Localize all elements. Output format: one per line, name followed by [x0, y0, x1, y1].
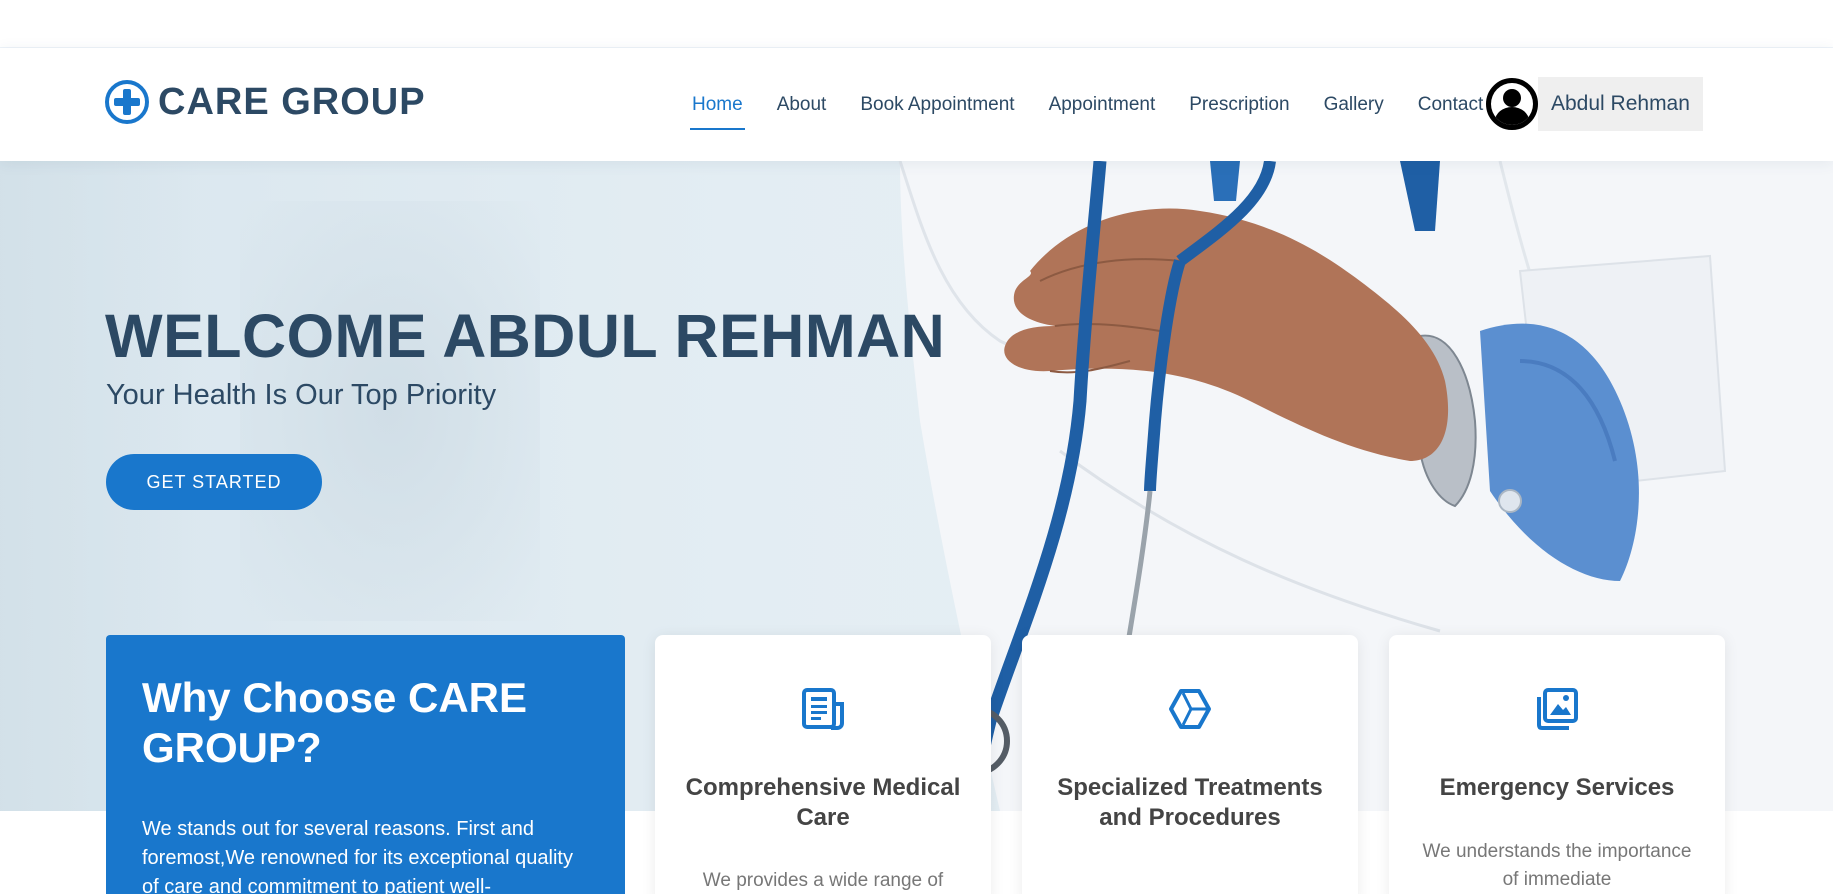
hexagon-icon — [1169, 689, 1211, 729]
logo[interactable]: CARE GROUP — [105, 80, 426, 124]
nav-home[interactable]: Home — [690, 88, 745, 130]
nav-book-appointment[interactable]: Book Appointment — [858, 88, 1016, 122]
nav-about[interactable]: About — [775, 88, 829, 122]
card-text: We provides a wide range of — [702, 870, 944, 891]
avatar[interactable] — [1486, 78, 1538, 130]
main-nav: Home About Book Appointment Appointment … — [690, 48, 1515, 161]
hero-subtitle: Your Health Is Our Top Priority — [106, 379, 497, 411]
images-icon — [1537, 688, 1578, 730]
top-bar — [0, 0, 1833, 48]
card-text: We understands the importance of immedia… — [1422, 841, 1692, 890]
header: CARE GROUP Home About Book Appointment A… — [0, 48, 1833, 161]
nav-appointment[interactable]: Appointment — [1047, 88, 1158, 122]
card-title: Emergency Services — [1439, 774, 1675, 801]
nav-gallery[interactable]: Gallery — [1322, 88, 1386, 122]
brand-name: CARE GROUP — [158, 81, 426, 123]
why-title: Why Choose CARE GROUP? — [142, 674, 528, 771]
why-text: We stands out for several reasons. First… — [142, 818, 573, 894]
nav-contact[interactable]: Contact — [1416, 88, 1485, 122]
document-icon — [802, 688, 844, 730]
service-card-medical-care: Comprehensive Medical Care We provides a… — [655, 635, 991, 894]
hero-title: WELCOME ABDUL REHMAN — [105, 302, 946, 370]
service-card-specialized: Specialized Treatments and Procedures — [1022, 635, 1358, 894]
user-name[interactable]: Abdul Rehman — [1538, 77, 1703, 131]
card-title: Specialized Treatments and Procedures — [1057, 774, 1323, 831]
card-title: Comprehensive Medical Care — [685, 774, 961, 831]
nav-prescription[interactable]: Prescription — [1187, 88, 1291, 122]
get-started-button[interactable]: GET STARTED — [106, 454, 322, 510]
why-choose-box: Why Choose CARE GROUP? We stands out for… — [106, 635, 625, 894]
medical-cross-icon — [105, 80, 149, 124]
user-menu[interactable]: Abdul Rehman — [1486, 77, 1703, 131]
user-silhouette-icon — [1491, 83, 1533, 125]
service-card-emergency: Emergency Services We understands the im… — [1389, 635, 1725, 894]
